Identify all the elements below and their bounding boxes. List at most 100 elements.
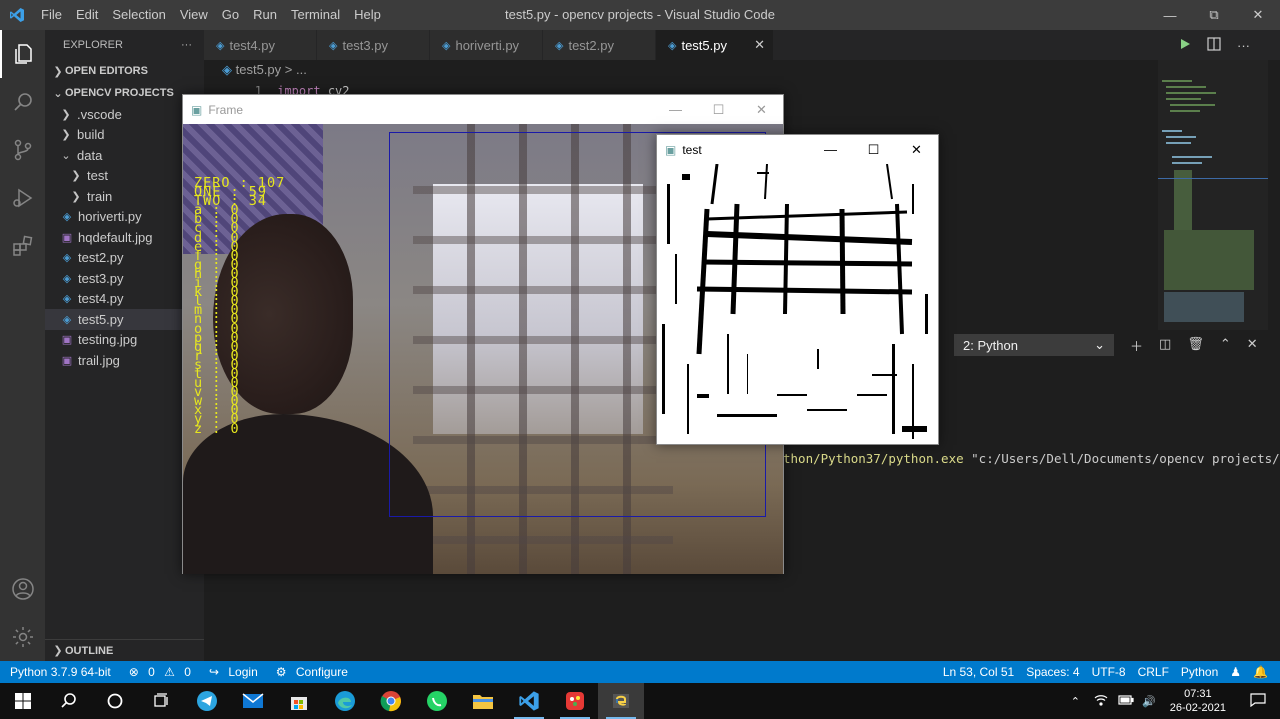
tree-file[interactable]: ◈ test4.py: [45, 289, 204, 310]
telegram-icon[interactable]: [184, 683, 230, 719]
tab-test5[interactable]: ◈ test5.py ✕: [656, 30, 774, 60]
project-section[interactable]: ⌄ OPENCV PROJECTS: [45, 82, 204, 104]
outline-section[interactable]: ❯ OUTLINE: [45, 639, 204, 661]
tab-test2[interactable]: ◈ test2.py: [543, 30, 656, 60]
paint-app-icon[interactable]: [552, 683, 598, 719]
split-editor-icon[interactable]: [1207, 36, 1221, 54]
run-debug-icon[interactable]: [0, 174, 45, 222]
tree-folder[interactable]: ❯ test: [45, 166, 204, 187]
status-bar: Python 3.7.9 64-bit ⊗ 0 ⚠ 0 ↪ Login ⚙ Co…: [0, 661, 1280, 683]
source-control-icon[interactable]: [0, 126, 45, 174]
close-icon[interactable]: ✕: [895, 142, 938, 158]
python-file-icon: ◈: [555, 39, 564, 52]
tree-folder[interactable]: ❯ train: [45, 186, 204, 207]
tree-file[interactable]: ▣ hqdefault.jpg: [45, 227, 204, 248]
more-actions-icon[interactable]: ···: [1237, 38, 1250, 53]
maximize-panel-icon[interactable]: ⌃: [1220, 336, 1231, 355]
volume-icon[interactable]: 🔊: [1138, 695, 1160, 708]
extensions-icon[interactable]: [0, 222, 45, 270]
tree-file[interactable]: ▣ trail.jpg: [45, 350, 204, 371]
menu-edit[interactable]: Edit: [69, 0, 105, 30]
configure-button[interactable]: ⚙ Configure: [264, 665, 354, 679]
login-button[interactable]: ↪ Login: [197, 665, 264, 679]
menu-terminal[interactable]: Terminal: [284, 0, 347, 30]
tab-horiverti[interactable]: ◈ horiverti.py: [430, 30, 543, 60]
tab-test3[interactable]: ◈ test3.py: [317, 30, 430, 60]
problems-indicator[interactable]: ⊗ 0 ⚠ 0: [117, 665, 197, 679]
tree-file[interactable]: ◈ horiverti.py: [45, 207, 204, 228]
close-icon[interactable]: ✕: [740, 102, 783, 118]
accounts-icon[interactable]: [0, 565, 45, 613]
chrome-icon[interactable]: [368, 683, 414, 719]
restore-icon[interactable]: ⧉: [1192, 0, 1236, 30]
new-terminal-icon[interactable]: ＋: [1130, 336, 1143, 355]
minimize-icon[interactable]: —: [1148, 0, 1192, 30]
notifications-bell-icon[interactable]: 🔔: [1247, 665, 1280, 679]
encoding[interactable]: UTF-8: [1086, 665, 1132, 679]
python-interpreter[interactable]: Python 3.7.9 64-bit: [0, 665, 117, 679]
cursor-position[interactable]: Ln 53, Col 51: [937, 665, 1020, 679]
terminal-command: thon/Python37/python.exe: [783, 451, 964, 466]
menu-run[interactable]: Run: [246, 0, 284, 30]
tree-file[interactable]: ◈ test2.py: [45, 248, 204, 269]
chevron-right-icon: ❯: [53, 65, 63, 78]
menu-view[interactable]: View: [173, 0, 215, 30]
terminal-select[interactable]: 2: Python ⌄: [954, 334, 1114, 356]
tree-folder[interactable]: ⌄ data: [45, 145, 204, 166]
windows-start-icon[interactable]: [0, 683, 46, 719]
tab-test4[interactable]: ◈ test4.py: [204, 30, 317, 60]
menu-selection[interactable]: Selection: [105, 0, 172, 30]
menu-go[interactable]: Go: [215, 0, 246, 30]
explorer-header: EXPLORER: [63, 39, 123, 51]
warning-count: 0: [184, 665, 191, 679]
close-icon[interactable]: ✕: [1236, 0, 1280, 30]
clock[interactable]: 07:31 26-02-2021: [1160, 687, 1236, 715]
test-window[interactable]: ▣ test — ☐ ✕: [656, 134, 939, 445]
search-icon[interactable]: [0, 78, 45, 126]
test-titlebar[interactable]: ▣ test — ☐ ✕: [657, 135, 938, 164]
end-of-line[interactable]: CRLF: [1132, 665, 1175, 679]
close-tab-icon[interactable]: ✕: [754, 37, 765, 53]
terminal-output[interactable]: thon/Python37/python.exe "c:/Users/Dell/…: [783, 451, 1280, 466]
task-view-icon[interactable]: [138, 683, 184, 719]
feedback-icon[interactable]: ♟: [1224, 665, 1247, 679]
store-icon[interactable]: [276, 683, 322, 719]
indentation[interactable]: Spaces: 4: [1020, 665, 1085, 679]
minimize-icon[interactable]: —: [809, 142, 852, 158]
wifi-icon[interactable]: [1088, 694, 1114, 709]
file-explorer-icon[interactable]: [460, 683, 506, 719]
tree-folder[interactable]: ❯ .vscode: [45, 104, 204, 125]
close-panel-icon[interactable]: ✕: [1247, 336, 1258, 355]
run-python-icon[interactable]: [1179, 38, 1191, 53]
explorer-icon[interactable]: [0, 30, 45, 78]
tree-file[interactable]: ◈ test3.py: [45, 268, 204, 289]
explorer-sidebar: EXPLORER ··· ❯ OPEN EDITORS ⌄ OPENCV PRO…: [45, 30, 204, 661]
battery-icon[interactable]: [1114, 694, 1138, 708]
open-editors-section[interactable]: ❯ OPEN EDITORS: [45, 60, 204, 82]
minimap[interactable]: [1158, 60, 1268, 330]
chevron-up-icon[interactable]: ⌃: [1063, 695, 1088, 708]
whatsapp-icon[interactable]: [414, 683, 460, 719]
trash-icon[interactable]: 🗑: [1187, 336, 1204, 355]
menu-help[interactable]: Help: [347, 0, 388, 30]
cortana-icon[interactable]: [92, 683, 138, 719]
vscode-taskbar-icon[interactable]: [506, 683, 552, 719]
minimize-icon[interactable]: —: [654, 102, 697, 118]
tree-file[interactable]: ◈ test5.py: [45, 309, 204, 330]
python-app-icon[interactable]: [598, 683, 644, 719]
frame-titlebar[interactable]: ▣ Frame — ☐ ✕: [183, 95, 783, 124]
settings-gear-icon[interactable]: [0, 613, 45, 661]
tree-folder[interactable]: ❯ build: [45, 125, 204, 146]
breadcrumb[interactable]: ◈ test5.py > ...: [222, 62, 307, 78]
language-mode[interactable]: Python: [1175, 665, 1224, 679]
more-actions-icon[interactable]: ···: [181, 39, 192, 51]
search-icon[interactable]: [46, 683, 92, 719]
edge-browser-icon[interactable]: [322, 683, 368, 719]
action-center-icon[interactable]: [1236, 692, 1280, 710]
maximize-icon[interactable]: ☐: [852, 142, 895, 158]
tree-file[interactable]: ▣ testing.jpg: [45, 330, 204, 351]
mail-icon[interactable]: [230, 683, 276, 719]
maximize-icon[interactable]: ☐: [697, 102, 740, 118]
menu-file[interactable]: File: [34, 0, 69, 30]
split-terminal-icon[interactable]: ◫: [1159, 336, 1171, 355]
